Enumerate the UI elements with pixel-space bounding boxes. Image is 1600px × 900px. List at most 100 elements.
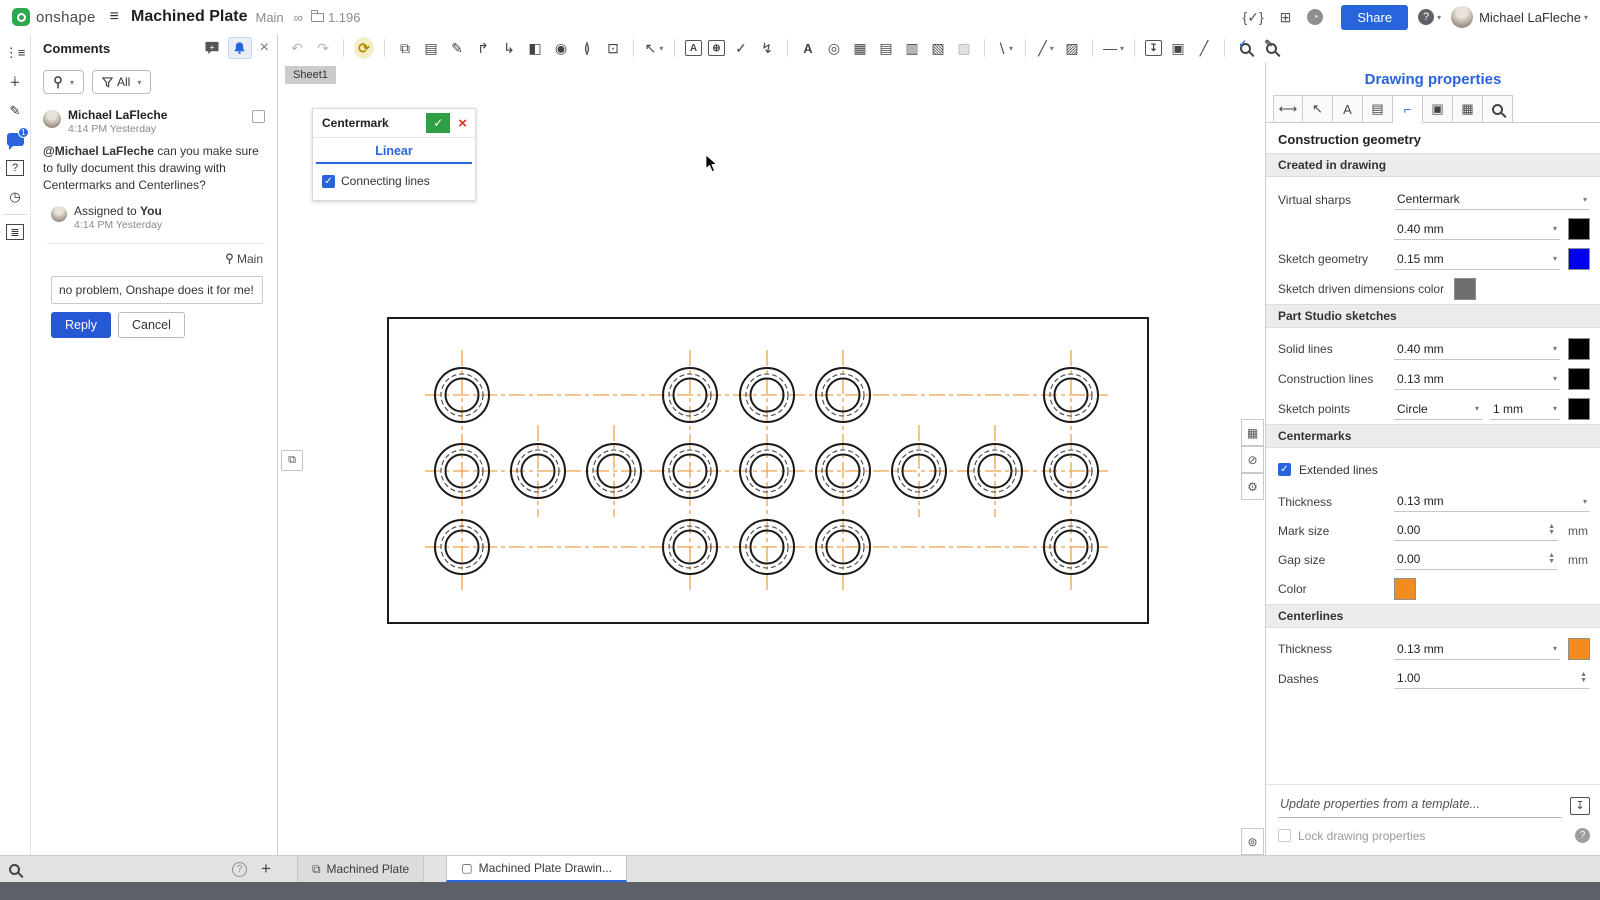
cancel-button[interactable]: Cancel <box>118 312 185 338</box>
line-style-icon[interactable]: —▾ <box>1103 37 1124 59</box>
dialog-confirm-button[interactable]: ✓ <box>426 113 450 133</box>
tab-properties-check[interactable] <box>1483 95 1513 123</box>
section-view-icon[interactable]: ◧ <box>525 37 545 59</box>
mark-size-stepper[interactable]: ▲▼ <box>1548 524 1555 536</box>
gdt-icon[interactable]: ⊕ <box>708 40 725 56</box>
callout-icon[interactable]: ∖▾ <box>995 37 1015 59</box>
notifications-bell-icon[interactable] <box>228 37 252 59</box>
reply-input[interactable] <box>51 276 263 304</box>
centerline-thickness-select[interactable]: 0.13 mm▾ <box>1394 639 1560 660</box>
measure-button[interactable]: ⊚ <box>1241 828 1264 855</box>
gap-size-input[interactable]: 0.00▲▼ <box>1394 549 1558 570</box>
tab-callouts[interactable]: ↖ <box>1303 95 1333 123</box>
update-from-template-field[interactable]: Update properties from a template... <box>1278 793 1562 818</box>
reply-button[interactable]: Reply <box>51 312 111 338</box>
user-name[interactable]: Michael LaFleche <box>1479 10 1581 25</box>
workspace-folder-icon[interactable] <box>311 13 324 22</box>
find-tabs-icon[interactable] <box>9 864 20 875</box>
weld-symbol-icon[interactable]: ↯ <box>757 37 777 59</box>
extended-lines-checkbox[interactable]: ✓ <box>1278 463 1291 476</box>
version-number[interactable]: 1.196 <box>328 10 361 25</box>
solid-lines-select[interactable]: 0.40 mm▾ <box>1394 339 1560 360</box>
centermark-color-swatch[interactable] <box>1394 578 1416 600</box>
export-dxf-icon[interactable]: ↧ <box>1145 40 1162 56</box>
sketch-geometry-select[interactable]: 0.15 mm▾ <box>1394 249 1560 270</box>
location-filter-button[interactable]: ▾ <box>43 70 84 94</box>
community-icon[interactable]: ◔ <box>1307 9 1323 25</box>
auxiliary-view-icon[interactable]: ↳ <box>499 37 519 59</box>
sheet-settings-icon[interactable]: ▤ <box>421 37 441 59</box>
tools-wrench-button[interactable]: ⚙ <box>1241 473 1264 500</box>
markup-icon[interactable]: ✎ <box>0 96 30 125</box>
sheets-panel-toggle[interactable]: ⧉ <box>281 450 303 471</box>
import-template-icon[interactable]: ↧ <box>1570 797 1590 815</box>
branch-name[interactable]: Main <box>255 10 283 25</box>
document-title[interactable]: Machined Plate <box>131 8 247 26</box>
display-options-button[interactable]: ▦ <box>1241 419 1264 446</box>
app-store-icon[interactable]: ⊞ <box>1280 9 1292 26</box>
connecting-lines-checkbox[interactable]: ✓ <box>322 175 335 188</box>
add-tab-button[interactable]: + <box>261 859 271 879</box>
comments-filter-button[interactable]: All ▾ <box>92 70 151 94</box>
note-icon[interactable]: A <box>685 40 702 56</box>
link-icon[interactable]: ∞ <box>294 10 303 25</box>
construction-lines-select[interactable]: 0.13 mm▾ <box>1394 369 1560 390</box>
hide-annotations-button[interactable]: ⊘ <box>1241 446 1264 473</box>
sketch-driven-color-swatch[interactable] <box>1454 278 1476 300</box>
tab-sheet[interactable]: ▤ <box>1363 95 1393 123</box>
learn-cube-icon[interactable]: ? <box>6 160 24 176</box>
break-view-icon[interactable]: ≬ <box>577 37 597 59</box>
insert-image-icon[interactable]: ▣ <box>1168 37 1188 59</box>
centermark-thickness-select[interactable]: 0.13 mm▾ <box>1394 491 1590 512</box>
featurescript-icon[interactable]: {✓} <box>1243 9 1264 26</box>
style-brush-icon[interactable]: ╱ <box>1194 37 1214 59</box>
sheet-properties-icon[interactable]: ✎ <box>1261 37 1281 59</box>
projected-view-icon[interactable]: ↱ <box>473 37 493 59</box>
user-avatar[interactable] <box>1451 6 1473 28</box>
sketch-points-color-swatch[interactable] <box>1568 398 1590 420</box>
line-tool-icon[interactable]: ╱▾ <box>1036 37 1056 59</box>
user-menu-caret-icon[interactable]: ▾ <box>1584 13 1588 22</box>
detail-view-icon[interactable]: ◉ <box>551 37 571 59</box>
main-menu-icon[interactable]: ≡ <box>110 8 119 26</box>
tab-views[interactable]: ▣ <box>1423 95 1453 123</box>
virtual-sharps-color-swatch[interactable] <box>1568 218 1590 240</box>
mark-size-input[interactable]: 0.00▲▼ <box>1394 520 1558 541</box>
insert-view-icon[interactable]: ⧉ <box>395 37 415 59</box>
lock-help-icon[interactable]: ? <box>1575 828 1590 843</box>
surface-finish-icon[interactable]: ✓ <box>731 37 751 59</box>
tab-text[interactable]: A <box>1333 95 1363 123</box>
tab-construction-geometry[interactable]: ⌐ <box>1393 95 1423 123</box>
sheet-tab[interactable]: Sheet1 <box>285 66 336 84</box>
inspection-symbol-icon[interactable]: ◎ <box>824 37 844 59</box>
virtual-sharps-select[interactable]: Centermark▾ <box>1394 189 1590 210</box>
close-comments-icon[interactable]: × <box>260 39 269 57</box>
gap-size-stepper[interactable]: ▲▼ <box>1548 553 1555 565</box>
history-icon[interactable]: ◷ <box>0 182 30 211</box>
onshape-logo-icon[interactable] <box>12 8 30 26</box>
drawing-properties-icon[interactable]: ✓ <box>1235 37 1255 59</box>
drawing-tab[interactable]: ▢ Machined Plate Drawin... <box>446 856 627 882</box>
tab-dimensions[interactable]: ⟷ <box>1273 95 1303 123</box>
comments-icon[interactable]: 1 <box>0 125 30 154</box>
virtual-sharps-size-select[interactable]: 0.40 mm▾ <box>1394 219 1560 240</box>
solid-lines-color-swatch[interactable] <box>1568 338 1590 360</box>
edit-marks-icon[interactable]: ✎ <box>447 37 467 59</box>
insert-reference-icon[interactable]: ∔ <box>0 67 30 96</box>
help-icon[interactable]: ? <box>1418 9 1434 25</box>
sketch-geometry-color-swatch[interactable] <box>1568 248 1590 270</box>
crop-view-icon[interactable]: ⊡ <box>603 37 623 59</box>
tab-tables[interactable]: ▦ <box>1453 95 1483 123</box>
bom-table-icon[interactable]: ▤ <box>876 37 896 59</box>
new-comment-icon[interactable]: + <box>204 41 220 55</box>
sketch-points-size-select[interactable]: 1 mm▾ <box>1490 399 1560 420</box>
lock-properties-checkbox[interactable] <box>1278 829 1291 842</box>
part-studio-tab[interactable]: ⧉ Machined Plate <box>297 856 424 882</box>
resolve-comment-checkbox[interactable] <box>252 110 265 123</box>
construction-lines-color-swatch[interactable] <box>1568 368 1590 390</box>
document-outline-icon[interactable]: ⋮≡ <box>0 38 30 67</box>
table-icon[interactable]: ▦ <box>850 37 870 59</box>
share-button[interactable]: Share <box>1341 5 1408 30</box>
hole-table-icon[interactable]: ▥ <box>902 37 922 59</box>
centerline-color-swatch[interactable] <box>1568 638 1590 660</box>
